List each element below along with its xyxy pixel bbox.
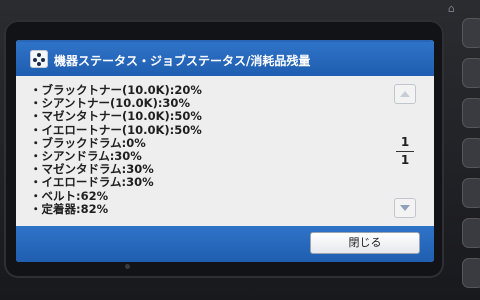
indicator-light <box>125 264 130 269</box>
list-item: ・定着器:82% <box>30 201 109 216</box>
device-bezel: ⌂ 機器ステータス・ジョブステータス/消耗品残量 ・ブラックトナー(10.0K)… <box>0 0 480 300</box>
scroll-down-button[interactable] <box>394 198 416 218</box>
hardware-button[interactable] <box>462 138 480 168</box>
page-title: 機器ステータス・ジョブステータス/消耗品残量 <box>54 54 311 68</box>
hardware-button[interactable] <box>462 18 480 48</box>
hardware-button[interactable] <box>462 258 480 288</box>
list-item: ・マゼンタトナー(10.0K):50% <box>30 109 202 124</box>
page-divider <box>396 151 414 152</box>
scroll-up-button[interactable] <box>394 84 416 104</box>
footer-bar: 閉じる <box>16 226 434 262</box>
list-item: ・イエロートナー(10.0K):50% <box>30 122 202 137</box>
scroll-down-icon <box>400 205 410 211</box>
list-item: ・イエロードラム:30% <box>30 175 154 190</box>
list-item: ・ベルト:62% <box>30 188 109 203</box>
scroll-up-icon <box>400 91 410 97</box>
page-total: 1 <box>400 153 410 167</box>
hardware-button[interactable] <box>462 98 480 128</box>
hardware-button[interactable] <box>462 58 480 88</box>
hardware-button[interactable] <box>462 218 480 248</box>
list-item: ・ブラックドラム:0% <box>30 135 146 150</box>
status-dots-icon <box>30 50 48 68</box>
lcd-screen: 機器ステータス・ジョブステータス/消耗品残量 ・ブラックトナー(10.0K):2… <box>16 40 434 262</box>
title-bar: 機器ステータス・ジョブステータス/消耗品残量 <box>16 40 434 76</box>
hardware-button[interactable] <box>462 178 480 208</box>
consumables-list: ・ブラックトナー(10.0K):20% ・シアントナー(10.0K):30% ・… <box>30 83 380 216</box>
home-hardware-icon: ⌂ <box>448 2 455 15</box>
page-current: 1 <box>400 135 410 149</box>
close-button[interactable]: 閉じる <box>310 232 420 254</box>
